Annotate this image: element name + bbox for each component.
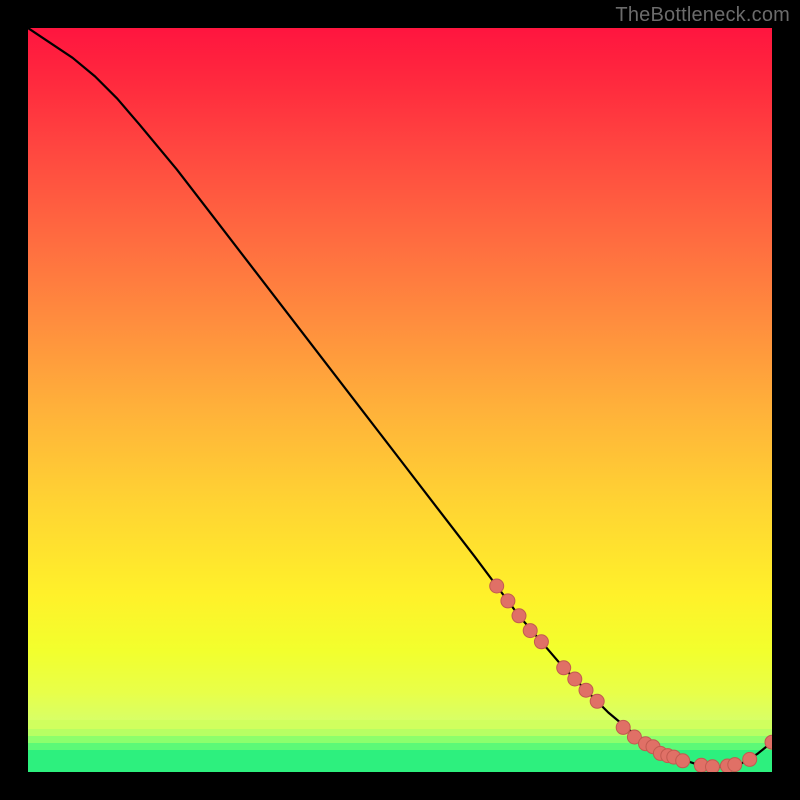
curve-marker — [743, 752, 757, 766]
curve-marker — [579, 683, 593, 697]
watermark-text: TheBottleneck.com — [615, 4, 790, 27]
curve-marker — [523, 624, 537, 638]
curve-marker — [590, 694, 604, 708]
curve-marker — [512, 609, 526, 623]
curve-marker — [490, 579, 504, 593]
curve-marker — [568, 672, 582, 686]
curve-marker — [557, 661, 571, 675]
curve-marker — [676, 754, 690, 768]
plot-area — [28, 28, 772, 772]
curve-marker — [616, 720, 630, 734]
curve-marker — [501, 594, 515, 608]
curve-marker — [706, 760, 720, 772]
bottleneck-curve — [28, 28, 772, 767]
curve-layer — [28, 28, 772, 772]
curve-marker — [534, 635, 548, 649]
chart-stage: TheBottleneck.com — [0, 0, 800, 800]
curve-marker — [728, 758, 742, 772]
curve-markers — [490, 579, 772, 772]
